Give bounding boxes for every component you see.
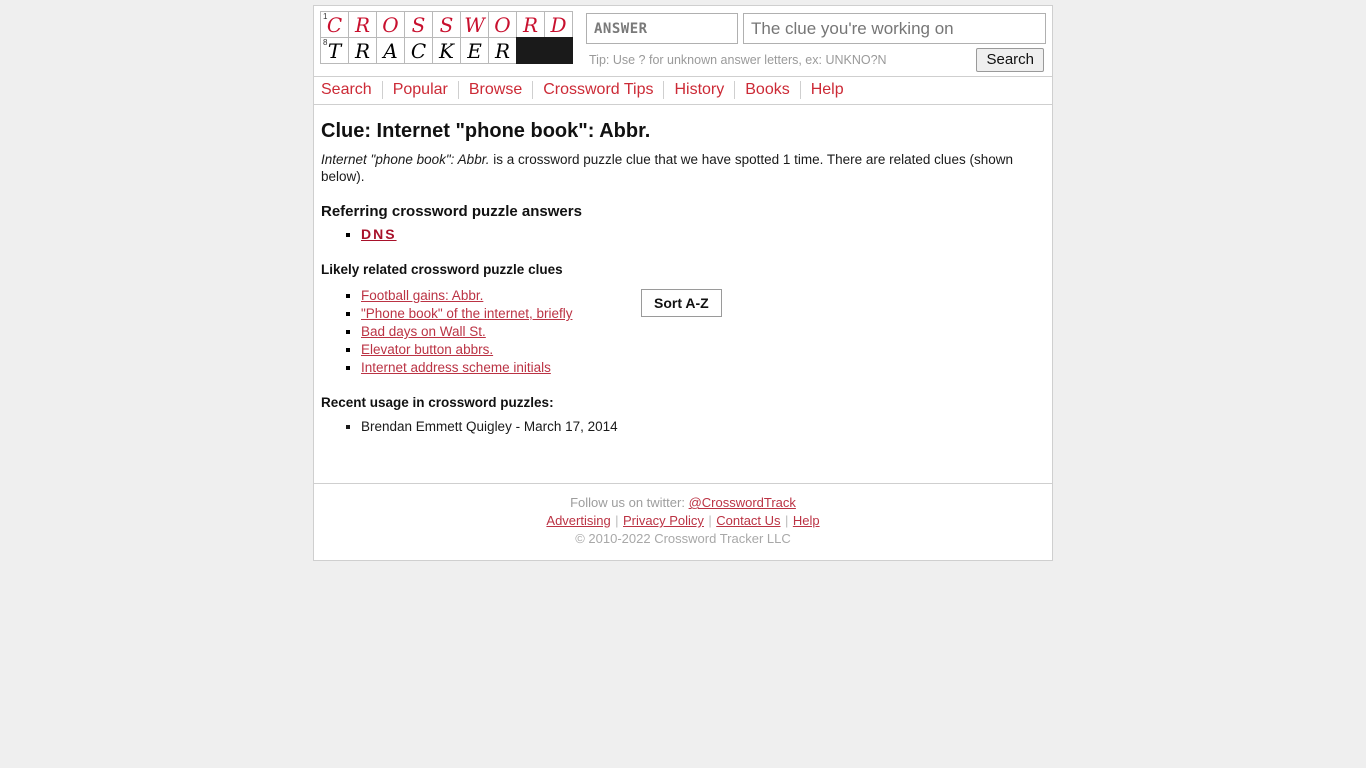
footer-separator: | (708, 513, 712, 528)
clue-description: Internet "phone book": Abbr. is a crossw… (321, 151, 1043, 185)
nav-item-history[interactable]: History (664, 81, 736, 99)
logo-cell-letter: C (326, 13, 343, 37)
footer-link-advertising[interactable]: Advertising (546, 513, 610, 528)
recent-usage-list: Brendan Emmett Quigley - March 17, 2014 (321, 418, 1045, 436)
list-item: Brendan Emmett Quigley - March 17, 2014 (361, 418, 1045, 436)
logo-cell: R (516, 11, 545, 38)
logo-cell: O (488, 11, 517, 38)
copyright-text: © 2010-2022 Crossword Tracker LLC (575, 531, 791, 546)
twitter-link[interactable]: @CrosswordTrack (689, 495, 796, 510)
search-area: Tip: Use ? for unknown answer letters, e… (586, 11, 1046, 72)
footer-twitter-row: Follow us on twitter: @CrosswordTrack (314, 494, 1052, 512)
logo-cell-letter: R (354, 13, 371, 37)
sort-az-button[interactable]: Sort A-Z (641, 289, 722, 317)
search-button[interactable]: Search (976, 48, 1044, 72)
answer-input[interactable] (586, 13, 738, 44)
logo-cell-letter: A (383, 39, 398, 63)
related-clue-link[interactable]: Elevator button abbrs. (361, 342, 493, 357)
logo-cell: W (460, 11, 489, 38)
logo-cell: S (404, 11, 433, 38)
footer-link-privacy-policy[interactable]: Privacy Policy (623, 513, 704, 528)
logo-row-bottom: 8T R A C K E R (320, 37, 573, 64)
site-logo: 1C R O S S W O R D 8T R A C K E R (320, 11, 573, 64)
nav-item-browse[interactable]: Browse (459, 81, 534, 99)
related-clue-link[interactable]: "Phone book" of the internet, briefly (361, 306, 572, 321)
search-inputs-row (586, 13, 1046, 44)
main-navigation: Search Popular Browse Crossword Tips His… (314, 77, 1052, 105)
footer-link-contact-us[interactable]: Contact Us (716, 513, 780, 528)
list-item: DNS (361, 226, 1045, 244)
logo-cell: R (348, 37, 377, 64)
tip-row: Tip: Use ? for unknown answer letters, e… (586, 48, 1046, 72)
logo-cell: A (376, 37, 405, 64)
logo-cell-letter: R (354, 39, 371, 63)
footer-separator: | (785, 513, 789, 528)
footer-twitter-label: Follow us on twitter: (570, 495, 689, 510)
logo-cell: R (488, 37, 517, 64)
logo-cell: E (460, 37, 489, 64)
page-container: 1C R O S S W O R D 8T R A C K E R ANSWER… (313, 5, 1053, 561)
nav-item-help[interactable]: Help (801, 81, 854, 99)
logo-cell-letter: S (411, 13, 426, 37)
logo-cell: 1C (320, 11, 349, 38)
related-clue-link[interactable]: Internet address scheme initials (361, 360, 551, 375)
nav-item-popular[interactable]: Popular (383, 81, 459, 99)
logo-cell: C (404, 37, 433, 64)
logo-cell: O (376, 11, 405, 38)
logo-cell-letter: S (439, 13, 454, 37)
related-clue-link[interactable]: Football gains: Abbr. (361, 288, 483, 303)
clue-input[interactable] (743, 13, 1046, 44)
logo-cell-letter: T (327, 39, 342, 63)
nav-item-crossword-tips[interactable]: Crossword Tips (533, 81, 665, 99)
footer-links-row: Advertising | Privacy Policy | Contact U… (314, 512, 1052, 530)
list-item: Football gains: Abbr. (361, 287, 621, 304)
related-clue-link[interactable]: Bad days on Wall St. (361, 324, 486, 339)
clue-description-italic: Internet "phone book": Abbr. (321, 152, 490, 167)
logo-cell-number: 8 (323, 38, 328, 47)
related-clues-list: Football gains: Abbr. "Phone book" of th… (321, 287, 621, 377)
footer-link-help[interactable]: Help (793, 513, 820, 528)
logo-cell-letter: R (522, 13, 539, 37)
logo-cell-letter: D (550, 13, 567, 37)
logo-cell-number: 1 (323, 12, 328, 21)
answers-heading: Referring crossword puzzle answers (321, 203, 582, 220)
logo-cell-letter: W (464, 13, 485, 37)
site-header: 1C R O S S W O R D 8T R A C K E R ANSWER… (314, 6, 1052, 77)
logo-cell: R (348, 11, 377, 38)
logo-cell: 8T (320, 37, 349, 64)
logo-cell-letter: E (467, 39, 482, 63)
list-item: Bad days on Wall St. (361, 323, 621, 340)
logo-cell-blank (516, 37, 545, 64)
logo-cell: S (432, 11, 461, 38)
logo-cell-letter: K (439, 39, 454, 63)
logo-cell-letter: O (382, 13, 399, 37)
main-content: Clue: Internet "phone book": Abbr. Inter… (314, 105, 1052, 483)
answers-list: DNS (321, 226, 1045, 244)
list-item: Elevator button abbrs. (361, 341, 621, 358)
logo-cell: K (432, 37, 461, 64)
list-item: Internet address scheme initials (361, 359, 621, 376)
page-title: Clue: Internet "phone book": Abbr. (321, 120, 651, 142)
site-footer: Follow us on twitter: @CrosswordTrack Ad… (314, 483, 1052, 560)
logo-cell-letter: O (494, 13, 511, 37)
logo-cell-letter: R (494, 39, 511, 63)
nav-item-books[interactable]: Books (735, 81, 801, 99)
logo-row-top: 1C R O S S W O R D (320, 11, 573, 38)
list-item: "Phone book" of the internet, briefly (361, 305, 621, 322)
logo-cell-blank (544, 37, 573, 64)
recent-usage-heading: Recent usage in crossword puzzles: (321, 395, 554, 410)
related-clues-section: Football gains: Abbr. "Phone book" of th… (321, 283, 1045, 377)
search-tip: Tip: Use ? for unknown answer letters, e… (589, 53, 887, 67)
footer-separator: | (615, 513, 619, 528)
nav-item-search[interactable]: Search (314, 81, 383, 99)
answer-link-dns[interactable]: DNS (361, 226, 397, 242)
related-clues-heading: Likely related crossword puzzle clues (321, 262, 563, 277)
logo-cell-letter: C (410, 39, 427, 63)
logo-cell: D (544, 11, 573, 38)
